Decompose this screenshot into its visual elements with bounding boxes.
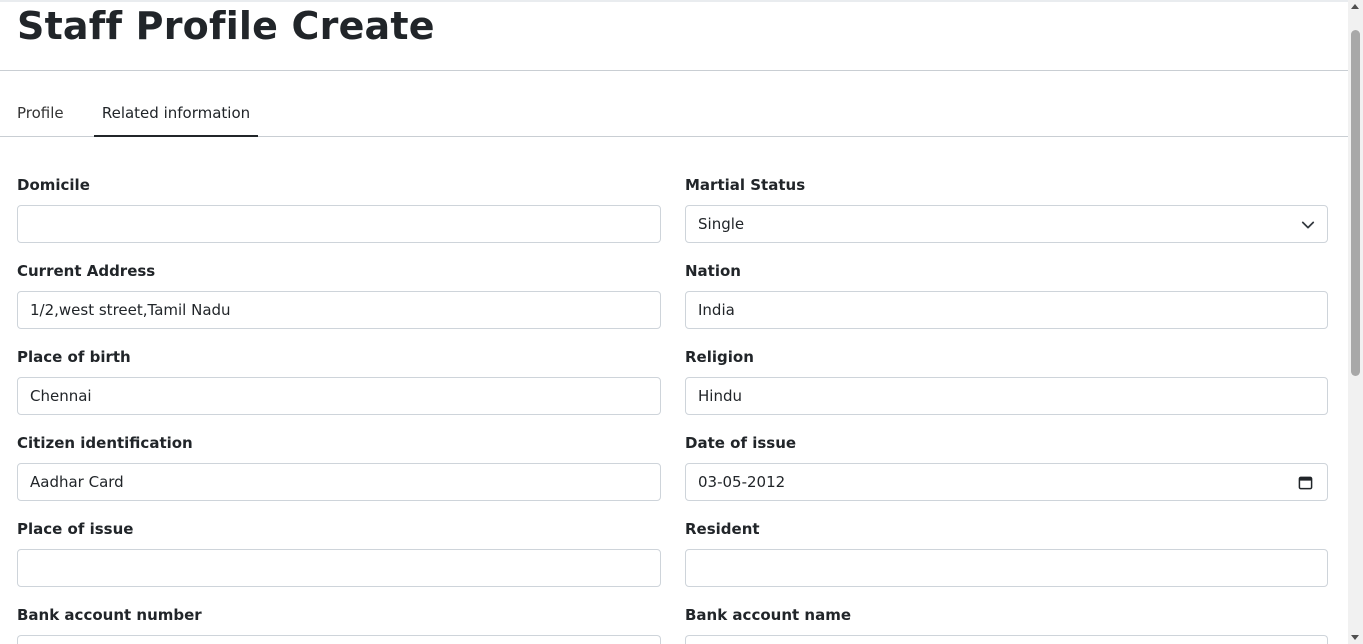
bank-account-name-field[interactable] xyxy=(685,635,1328,644)
religion-field[interactable]: Hindu xyxy=(685,377,1328,415)
marital-status-select[interactable]: Single xyxy=(685,205,1328,243)
place-of-birth-field[interactable]: Chennai xyxy=(17,377,661,415)
place-of-issue-label: Place of issue xyxy=(17,520,134,538)
religion-label: Religion xyxy=(685,348,754,366)
domicile-field[interactable] xyxy=(17,205,661,243)
date-of-issue-field[interactable]: 03-05-2012 xyxy=(685,463,1328,501)
resident-field[interactable] xyxy=(685,549,1328,587)
tab-related-information[interactable]: Related information xyxy=(94,90,258,137)
tab-profile[interactable]: Profile xyxy=(17,90,77,136)
chevron-down-icon xyxy=(1301,221,1315,229)
nation-field[interactable]: India xyxy=(685,291,1328,329)
citizen-identification-field[interactable]: Aadhar Card xyxy=(17,463,661,501)
scroll-down-arrow-icon[interactable] xyxy=(1351,635,1359,640)
current-address-label: Current Address xyxy=(17,262,156,280)
top-border xyxy=(0,0,1348,2)
date-of-issue-label: Date of issue xyxy=(685,434,797,452)
scroll-up-arrow-icon[interactable] xyxy=(1351,4,1359,9)
calendar-icon[interactable] xyxy=(1298,475,1313,490)
tab-bar: Profile Related information xyxy=(0,90,1348,137)
marital-status-label: Martial Status xyxy=(685,176,806,194)
place-of-birth-label: Place of birth xyxy=(17,348,131,366)
bank-account-name-label: Bank account name xyxy=(685,606,851,624)
bank-account-number-label: Bank account number xyxy=(17,606,202,624)
religion-value: Hindu xyxy=(698,387,742,405)
nation-value: India xyxy=(698,301,735,319)
page-title: Staff Profile Create xyxy=(17,4,435,48)
date-of-issue-value: 03-05-2012 xyxy=(698,473,786,491)
resident-label: Resident xyxy=(685,520,760,538)
domicile-label: Domicile xyxy=(17,176,90,194)
place-of-birth-value: Chennai xyxy=(30,387,92,405)
current-address-value: 1/2,west street,Tamil Nadu xyxy=(30,301,231,319)
current-address-field[interactable]: 1/2,west street,Tamil Nadu xyxy=(17,291,661,329)
nation-label: Nation xyxy=(685,262,741,280)
title-divider xyxy=(0,70,1348,71)
scrollbar-thumb[interactable] xyxy=(1351,30,1360,376)
vertical-scrollbar[interactable] xyxy=(1348,0,1363,644)
bank-account-number-field[interactable] xyxy=(17,635,661,644)
marital-status-value: Single xyxy=(698,215,745,233)
place-of-issue-field[interactable] xyxy=(17,549,661,587)
citizen-identification-value: Aadhar Card xyxy=(30,473,124,491)
citizen-identification-label: Citizen identification xyxy=(17,434,193,452)
